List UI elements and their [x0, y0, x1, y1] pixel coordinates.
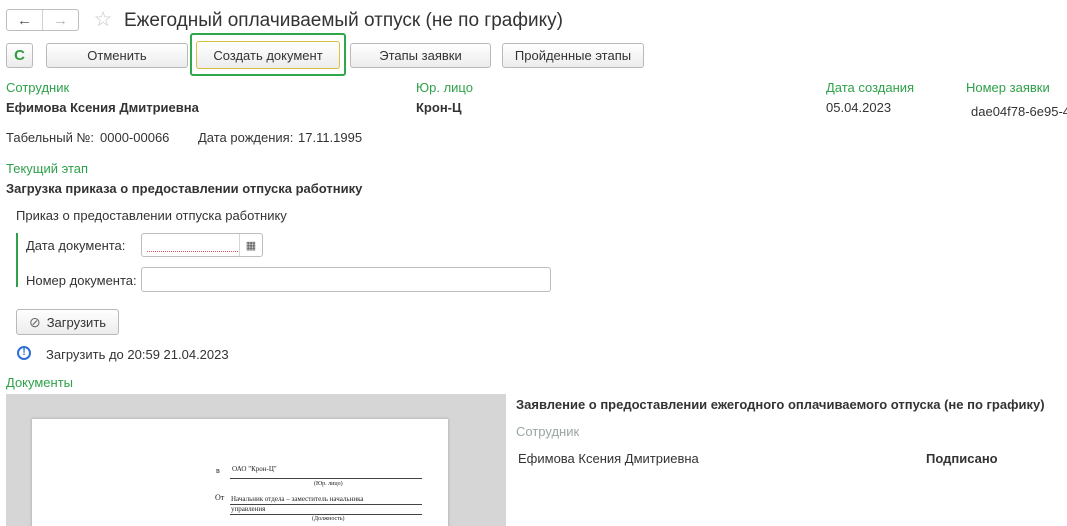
upload-deadline-text: Загрузить до 20:59 21.04.2023 — [46, 347, 229, 362]
preview-org-line — [230, 478, 422, 479]
request-stages-button[interactable]: Этапы заявки — [350, 43, 491, 68]
preview-position-line2: управления — [231, 505, 266, 513]
preview-org-name: ОАО "Крон-Ц" — [232, 465, 277, 473]
preview-position-line-2 — [230, 514, 422, 515]
preview-position-caption: (Должность) — [312, 516, 345, 522]
info-icon: ! — [17, 346, 31, 360]
cancel-button[interactable]: Отменить — [46, 43, 188, 68]
refresh-icon: C — [14, 47, 25, 64]
birth-date-value: 17.11.1995 — [298, 130, 363, 145]
calendar-button[interactable]: ▦ — [239, 234, 262, 256]
paperclip-icon: ⊘ — [28, 313, 41, 330]
document-number-label: Номер документа: — [26, 273, 137, 288]
preview-position-line1: Начальник отдела – заместитель начальник… — [231, 495, 364, 503]
request-number-value: dae04f78-6e95-4a — [971, 104, 1067, 119]
calendar-icon: ▦ — [245, 239, 257, 252]
legal-entity-label: Юр. лицо — [416, 80, 473, 95]
forward-button[interactable]: → — [42, 10, 78, 30]
form-group-marker — [16, 233, 18, 287]
preview-from-prefix: От — [215, 493, 225, 502]
back-button[interactable]: ← — [7, 10, 42, 30]
document-number-input[interactable] — [141, 267, 551, 292]
navigation-group: ← → — [6, 9, 79, 31]
document-date-input[interactable]: ▦ — [141, 233, 263, 257]
created-date-label: Дата создания — [826, 80, 915, 95]
current-stage-label: Текущий этап — [6, 161, 89, 176]
passed-stages-button[interactable]: Пройденные этапы — [502, 43, 644, 68]
page-title: Ежегодный оплачиваемый отпуск (не по гра… — [124, 10, 563, 31]
employee-label: Сотрудник — [6, 80, 70, 95]
required-field-underline — [147, 251, 238, 252]
request-number-label: Номер заявки — [966, 80, 1050, 95]
arrow-left-icon: ← — [17, 11, 32, 29]
arrow-right-icon: → — [53, 11, 68, 29]
employee-value: Ефимова Ксения Дмитриевна — [6, 100, 199, 115]
upload-button-label: Загрузить — [46, 314, 107, 330]
document-preview[interactable]: в ОАО "Крон-Ц" (Юр. лицо) От Начальник о… — [6, 394, 506, 526]
preview-org-caption: (Юр. лицо) — [314, 481, 343, 487]
order-subtitle: Приказ о предоставлении отпуска работник… — [16, 208, 287, 223]
document-date-label: Дата документа: — [26, 238, 126, 253]
refresh-button[interactable]: C — [6, 43, 33, 68]
signer-label: Сотрудник — [516, 424, 580, 439]
created-date-value: 05.04.2023 — [826, 100, 892, 115]
legal-entity-value: Крон-Ц — [416, 100, 462, 115]
preview-to-prefix: в — [216, 466, 220, 475]
upload-button[interactable]: ⊘ Загрузить — [16, 309, 119, 335]
birth-date-label: Дата рождения: — [198, 130, 294, 145]
documents-label: Документы — [6, 375, 74, 390]
create-document-button[interactable]: Создать документ — [196, 41, 340, 69]
signer-name: Ефимова Ксения Дмитриевна — [518, 451, 699, 466]
current-stage-title: Загрузка приказа о предоставлении отпуск… — [6, 181, 363, 196]
document-page: в ОАО "Крон-Ц" (Юр. лицо) От Начальник о… — [32, 419, 448, 526]
document-title[interactable]: Заявление о предоставлении ежегодного оп… — [516, 397, 1045, 412]
tab-number-label: Табельный №: — [6, 130, 94, 145]
tab-number-value: 0000-00066 — [100, 130, 170, 145]
favorite-star-icon[interactable]: ☆ — [92, 9, 114, 31]
signature-status: Подписано — [926, 451, 998, 466]
